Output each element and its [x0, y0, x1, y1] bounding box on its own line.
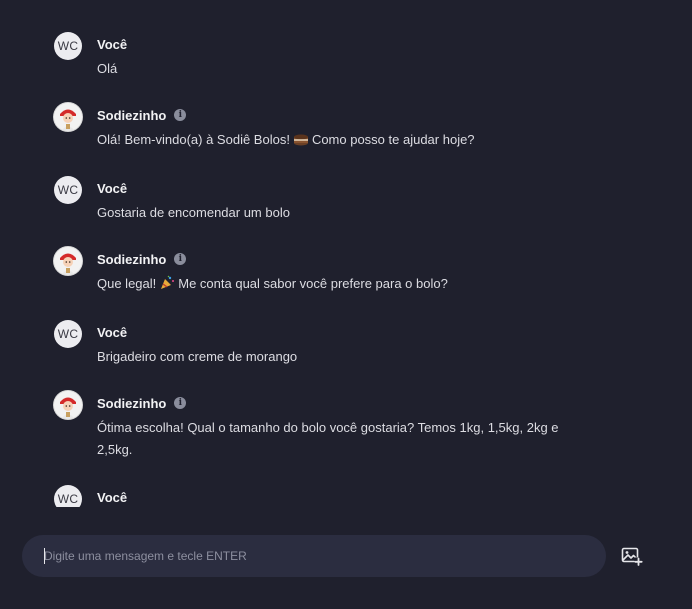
party-popper-icon	[159, 275, 175, 298]
bot-avatar	[54, 247, 82, 275]
text-caret	[44, 548, 45, 564]
message-text: Brigadeiro com creme de morango	[97, 349, 298, 364]
message-input[interactable]	[44, 535, 584, 577]
message-text: Olá	[97, 61, 118, 76]
avatar-initials: WC	[57, 327, 79, 341]
sender-name: Você	[97, 36, 128, 52]
sender-name: Você	[97, 180, 128, 196]
sender-name: Sodiezinho	[97, 395, 167, 411]
avatar-initials: WC	[57, 183, 79, 197]
message-text: Olá! Bem-vindo(a) à Sodiê Bolos! Como pos…	[97, 129, 577, 154]
message-text: Que legal! Me conta qual sabor você prefe…	[97, 273, 577, 298]
avatar-initials: WC	[57, 492, 79, 506]
add-image-button[interactable]	[620, 544, 644, 568]
cake-icon	[293, 131, 309, 154]
avatar: WC	[54, 32, 82, 60]
bot-avatar	[54, 391, 82, 419]
message-composer	[22, 535, 606, 577]
sender-name: Sodiezinho	[97, 251, 167, 267]
message-text: Gostaria de encomendar um bolo	[97, 205, 290, 220]
avatar: WC	[54, 176, 82, 204]
message-text: Ótima escolha! Qual o tamanho do bolo vo…	[97, 420, 559, 457]
bot-avatar	[54, 103, 82, 131]
add-image-icon	[621, 547, 643, 566]
info-icon[interactable]: i	[174, 397, 187, 409]
sender-name: Você	[97, 324, 128, 340]
sender-name: Você	[97, 489, 128, 505]
avatar: WC	[54, 485, 82, 507]
sender-name: Sodiezinho	[97, 107, 167, 123]
info-icon[interactable]: i	[174, 253, 187, 265]
avatar-initials: WC	[57, 39, 79, 53]
info-icon[interactable]: i	[174, 109, 187, 121]
avatar: WC	[54, 320, 82, 348]
chat-messages: WC Você Olá Sodiezinho i Olá! Bem-vindo(…	[0, 0, 692, 507]
